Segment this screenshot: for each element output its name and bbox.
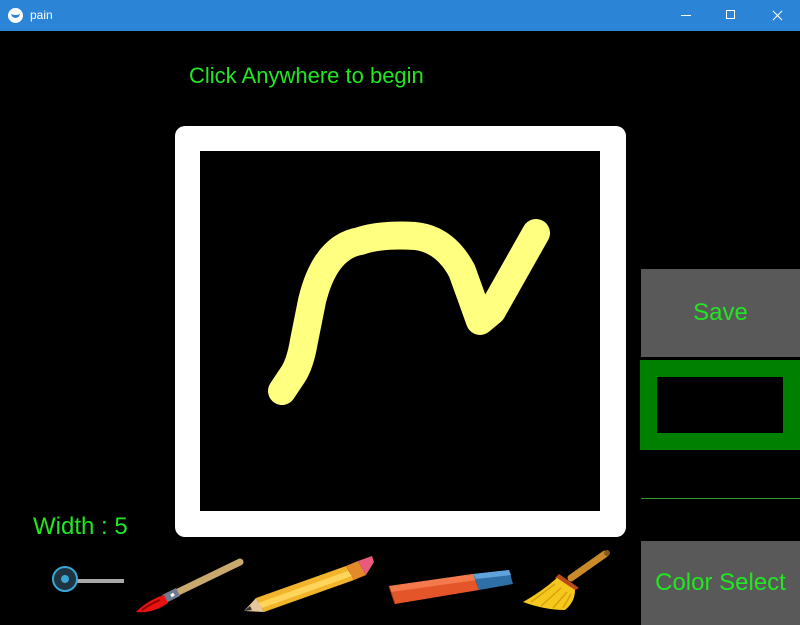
canvas-frame xyxy=(175,126,626,537)
width-label: Width : 5 xyxy=(33,513,128,540)
eraser-icon xyxy=(388,570,513,605)
start-hint: Click Anywhere to begin xyxy=(189,63,424,88)
broom-tool-button[interactable] xyxy=(521,548,617,618)
color-select-button[interactable]: Color Select xyxy=(641,541,800,625)
drawing-canvas[interactable] xyxy=(200,151,600,511)
app-icon xyxy=(8,8,23,23)
paintbrush-icon xyxy=(136,558,244,613)
width-slider[interactable] xyxy=(50,564,126,598)
brush-tool-button[interactable] xyxy=(134,548,244,618)
current-color-swatch xyxy=(640,360,800,450)
title-bar: pain xyxy=(0,0,800,31)
close-button[interactable] xyxy=(754,0,800,31)
maximize-button[interactable] xyxy=(708,0,754,31)
minimize-button[interactable] xyxy=(662,0,708,31)
eraser-tool-button[interactable] xyxy=(383,548,515,618)
pencil-tool-button[interactable] xyxy=(240,548,375,618)
broom-icon xyxy=(523,550,610,610)
save-button[interactable]: Save xyxy=(641,269,800,357)
current-color-fill xyxy=(657,377,783,433)
divider xyxy=(641,498,800,499)
window-title: pain xyxy=(30,8,53,22)
pencil-icon xyxy=(244,556,374,612)
drawn-stroke xyxy=(268,219,550,405)
slider-handle[interactable] xyxy=(52,566,78,592)
